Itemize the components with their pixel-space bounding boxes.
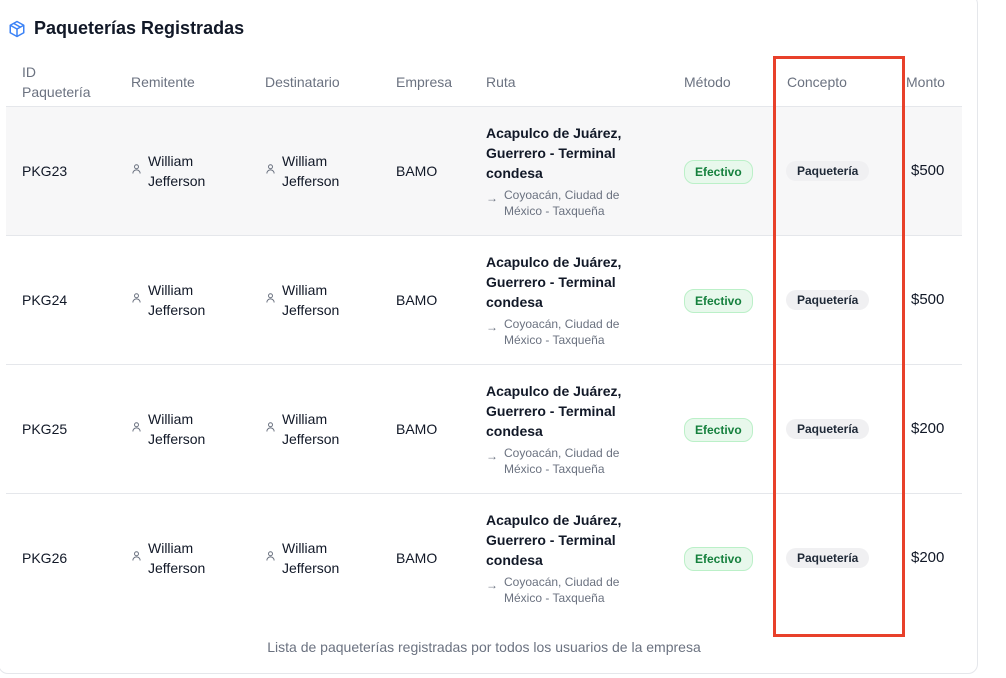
column-header-company: Empresa — [396, 74, 453, 90]
company: BAMO — [396, 292, 438, 308]
route: Acapulco de Juárez, Guerrero - Terminal … — [486, 252, 636, 348]
company: BAMO — [396, 421, 438, 437]
package-id: PKG24 — [22, 292, 68, 308]
route: Acapulco de Juárez, Guerrero - Terminal … — [486, 510, 636, 606]
route-origin: Acapulco de Juárez, Guerrero - Terminal … — [486, 254, 622, 310]
user-icon — [132, 293, 141, 303]
user-icon — [132, 551, 141, 561]
sender: William Jefferson — [132, 538, 205, 578]
company: BAMO — [396, 163, 438, 179]
payment-method-badge: Efectivo — [684, 418, 753, 442]
user-icon — [266, 422, 275, 432]
amount: $500 — [911, 162, 945, 179]
column-header-route: Ruta — [486, 74, 516, 90]
arrow-right-icon: → — [486, 191, 498, 205]
package-id: PKG26 — [22, 550, 68, 566]
arrow-right-icon: → — [486, 320, 498, 334]
amount: $200 — [911, 549, 945, 566]
route-destination: → Coyoacán, Ciudad de México - Taxqueña — [486, 446, 620, 476]
sender: William Jefferson — [132, 280, 205, 320]
package-id: PKG23 — [22, 163, 68, 179]
recipient: William Jefferson — [266, 151, 339, 191]
concept-badge: Paquetería — [786, 161, 870, 181]
table-caption: Lista de paqueterías registradas por tod… — [267, 639, 701, 655]
column-header-method: Método — [684, 74, 731, 90]
column-header-recipient: Destinatario — [265, 74, 340, 90]
column-header-id: ID Paquetería — [22, 64, 91, 100]
table-row[interactable]: PKG24 William Jefferson William Jefferson … — [6, 236, 962, 365]
sender: William Jefferson — [132, 151, 205, 191]
column-header-concept: Concepto — [787, 74, 847, 90]
route-origin: Acapulco de Juárez, Guerrero - Terminal … — [486, 383, 622, 439]
route: Acapulco de Juárez, Guerrero - Terminal … — [486, 381, 636, 477]
concept-badge: Paquetería — [786, 290, 870, 310]
route-destination: → Coyoacán, Ciudad de México - Taxqueña — [486, 188, 620, 218]
arrow-right-icon: → — [486, 578, 498, 592]
recipient: William Jefferson — [266, 280, 339, 320]
recipient: William Jefferson — [266, 409, 339, 449]
sender: William Jefferson — [132, 409, 205, 449]
column-header-sender: Remitente — [131, 74, 195, 90]
company: BAMO — [396, 550, 438, 566]
table-row[interactable]: PKG25 William Jefferson William Jefferson … — [6, 365, 962, 494]
user-icon — [132, 164, 141, 174]
recipient: William Jefferson — [266, 538, 339, 578]
concept-badge: Paquetería — [786, 419, 870, 439]
route-origin: Acapulco de Juárez, Guerrero - Terminal … — [486, 125, 622, 181]
table-row[interactable]: PKG23 William Jefferson William Jefferson … — [6, 107, 962, 236]
concept-badge: Paquetería — [786, 548, 870, 568]
amount: $200 — [911, 420, 945, 437]
payment-method-badge: Efectivo — [684, 289, 753, 313]
route-destination: → Coyoacán, Ciudad de México - Taxqueña — [486, 575, 620, 605]
table-row[interactable]: PKG26 William Jefferson William Jefferson … — [6, 494, 962, 623]
column-header-amount: Monto — [906, 74, 945, 90]
payment-method-badge: Efectivo — [684, 547, 753, 571]
payment-method-badge: Efectivo — [684, 160, 753, 184]
card-title-text: Paqueterías Registradas — [34, 18, 245, 38]
package-id: PKG25 — [22, 421, 68, 437]
user-icon — [266, 293, 275, 303]
user-icon — [266, 551, 275, 561]
route: Acapulco de Juárez, Guerrero - Terminal … — [486, 123, 636, 219]
route-destination: → Coyoacán, Ciudad de México - Taxqueña — [486, 317, 620, 347]
package-icon — [8, 20, 26, 38]
user-icon — [266, 164, 275, 174]
user-icon — [132, 422, 141, 432]
card-title: Paqueterías Registradas — [8, 18, 244, 39]
arrow-right-icon: → — [486, 449, 498, 463]
route-origin: Acapulco de Juárez, Guerrero - Terminal … — [486, 512, 622, 568]
amount: $500 — [911, 291, 945, 308]
